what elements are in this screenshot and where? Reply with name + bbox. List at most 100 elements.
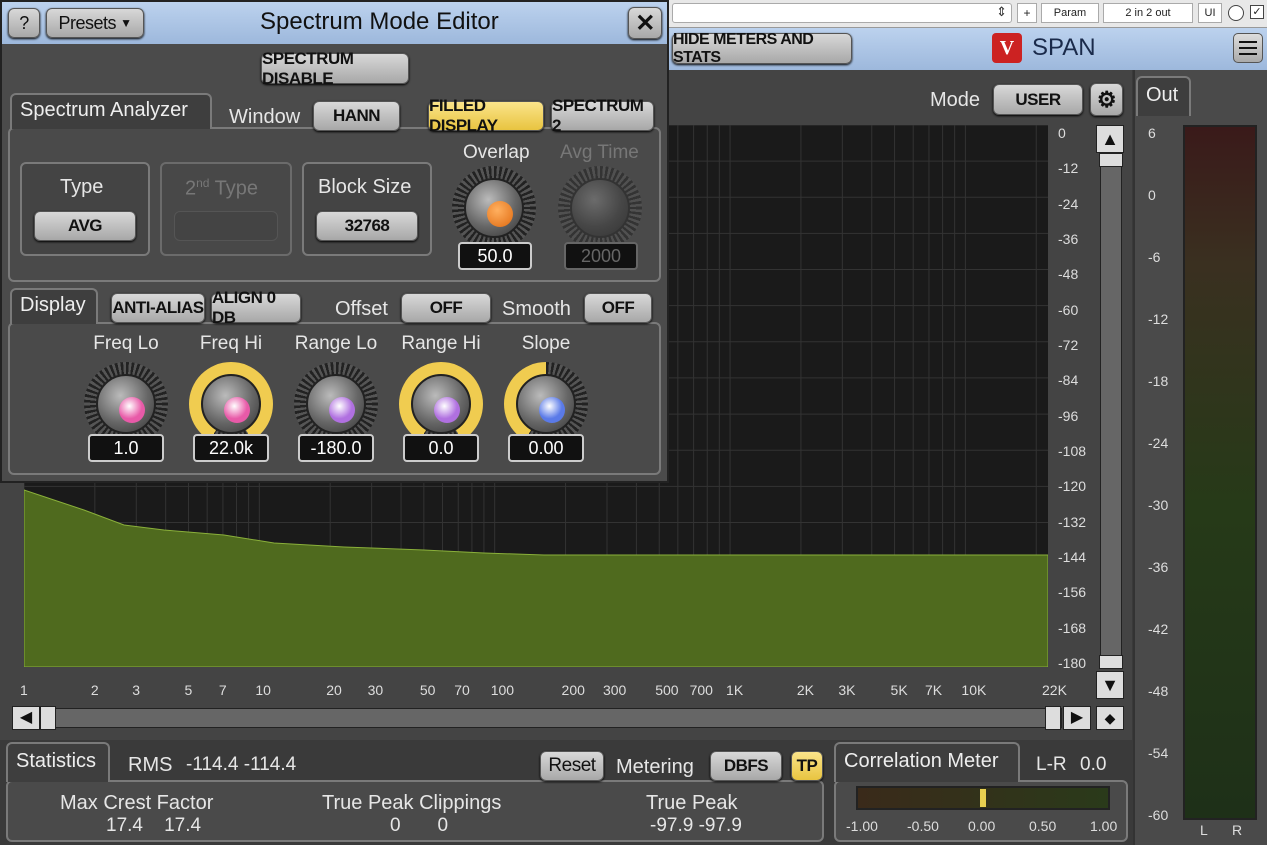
window-label: Window — [229, 106, 301, 128]
freq-tick: 300 — [602, 682, 627, 698]
knob-value[interactable]: 22.0k — [193, 434, 269, 462]
host-ui-button[interactable]: UI — [1198, 3, 1222, 23]
db-tick: -24 — [1058, 195, 1079, 212]
align-0db-button[interactable]: ALIGN 0 DB — [211, 288, 301, 327]
lr-value: 0.0 — [1080, 754, 1107, 775]
diamond-icon[interactable]: ◆ — [1096, 706, 1124, 730]
correlation-tick: 0.50 — [1029, 818, 1057, 834]
analyzer-tab[interactable]: Spectrum Analyzer — [10, 93, 212, 129]
knob-cap — [434, 397, 460, 423]
block-size-label: Block Size — [318, 176, 412, 198]
rms-values: -114.4 -114.4 — [186, 754, 297, 775]
h-scroll-right[interactable]: ▶ — [1063, 706, 1091, 730]
knob-value[interactable]: 0.0 — [403, 434, 479, 462]
correlation-tick: -0.50 — [907, 818, 939, 834]
gear-icon[interactable]: ⚙ — [1090, 83, 1123, 116]
db-tick: -60 — [1058, 301, 1079, 318]
freq-tick: 3 — [132, 682, 141, 698]
freq-tick: 700 — [689, 682, 713, 698]
host-dropdown[interactable]: ⇕ — [672, 3, 1012, 23]
knob-body — [411, 374, 471, 434]
type-label: Type — [60, 176, 104, 198]
presets-button[interactable]: Presets ▼ — [46, 8, 144, 38]
freq-tick: 1 — [20, 682, 28, 698]
editor-title: Spectrum Mode Editor — [260, 8, 499, 35]
v-scroll-thumb-bottom[interactable] — [1099, 655, 1123, 669]
host-knob-icon[interactable] — [1228, 5, 1244, 21]
h-scroll-thumb-right[interactable] — [1045, 706, 1061, 730]
block-size-button[interactable]: 32768 — [316, 211, 418, 241]
metering-button[interactable]: DBFS — [710, 751, 782, 781]
freq-tick: 30 — [367, 682, 384, 698]
window-button[interactable]: HANN — [313, 101, 400, 131]
correlation-tab[interactable]: Correlation Meter — [834, 742, 1020, 782]
anti-alias-button[interactable]: ANTI-ALIAS — [111, 293, 205, 323]
clip-label: True Peak Clippings — [322, 792, 502, 814]
overlap-value[interactable]: 50.0 — [458, 242, 532, 270]
knob-value[interactable]: 1.0 — [88, 434, 164, 462]
host-io-button[interactable]: 2 in 2 out — [1103, 3, 1193, 23]
v-scroll-up[interactable]: ▲ — [1096, 125, 1124, 153]
meter-tick: -24 — [1148, 435, 1169, 451]
display-tab[interactable]: Display — [10, 288, 98, 324]
db-tick: -72 — [1058, 337, 1079, 353]
db-tick: -168 — [1058, 619, 1087, 636]
db-tick: -120 — [1058, 478, 1087, 495]
h-scrollbar[interactable] — [40, 708, 1062, 728]
freq-tick: 70 — [454, 682, 470, 698]
presets-label: Presets — [58, 12, 117, 33]
span-logo-icon: V — [992, 33, 1022, 63]
freq-tick: 3K — [838, 682, 856, 698]
avg-time-label: Avg Time — [560, 142, 639, 163]
spectrum-disable-button[interactable]: SPECTRUM DISABLE — [261, 49, 409, 88]
v-scrollbar[interactable] — [1100, 154, 1122, 669]
output-meter — [1183, 125, 1257, 820]
meter-tick: -6 — [1148, 249, 1161, 265]
correlation-tick: -1.00 — [846, 818, 878, 834]
host-plus-button[interactable]: + — [1017, 3, 1037, 23]
reset-button[interactable]: Reset — [540, 751, 604, 781]
menu-icon[interactable] — [1233, 33, 1263, 63]
statistics-tab[interactable]: Statistics — [6, 742, 110, 782]
meter-tick: -48 — [1148, 683, 1169, 699]
knob-label: Range Lo — [294, 333, 378, 354]
truepeak-values: -97.9 -97.9 — [650, 815, 742, 836]
db-tick: 0 — [1058, 125, 1066, 141]
knob-value[interactable]: 0.00 — [508, 434, 584, 462]
mode-button[interactable]: USER — [993, 84, 1083, 115]
type2-button — [174, 211, 278, 241]
tp-button[interactable]: TP — [791, 751, 823, 781]
spectrum2-button[interactable]: SPECTRUM 2 — [551, 96, 654, 135]
freq-tick: 5K — [890, 682, 908, 698]
correlation-tick: 0.00 — [968, 818, 996, 834]
out-tab[interactable]: Out — [1136, 76, 1191, 116]
v-scroll-thumb-top[interactable] — [1099, 153, 1123, 167]
rms-label: RMS — [128, 754, 173, 776]
freq-tick: 200 — [561, 682, 585, 698]
db-tick: -96 — [1058, 407, 1079, 424]
smooth-button[interactable]: OFF — [584, 293, 652, 323]
host-param-button[interactable]: Param — [1041, 3, 1099, 23]
meter-tick: -54 — [1148, 745, 1169, 761]
brand-name: SPAN — [1032, 34, 1096, 61]
v-scroll-down[interactable]: ▼ — [1096, 671, 1124, 699]
host-check-icon[interactable]: ✓ — [1250, 5, 1264, 19]
h-scroll-thumb-left[interactable] — [40, 706, 56, 730]
hide-meters-button[interactable]: HIDE METERS AND STATS — [672, 31, 852, 66]
type-button[interactable]: AVG — [34, 211, 136, 241]
knob-value[interactable]: -180.0 — [298, 434, 374, 462]
offset-button[interactable]: OFF — [401, 293, 491, 323]
h-scroll-left[interactable]: ◀ — [12, 706, 40, 730]
help-button[interactable]: ? — [8, 8, 40, 38]
freq-tick: 7 — [218, 682, 227, 698]
correlation-indicator — [980, 789, 986, 807]
knob-body — [516, 374, 576, 434]
close-icon[interactable]: ✕ — [628, 7, 662, 39]
chevron-updown-icon: ⇕ — [996, 4, 1007, 19]
db-tick: -180 — [1058, 655, 1087, 671]
mode-label: Mode — [930, 89, 981, 111]
knob-label: Freq Hi — [199, 333, 263, 354]
filled-display-button[interactable]: FILLED DISPLAY — [428, 96, 544, 135]
lr-label: L-R — [1036, 754, 1067, 775]
freq-tick: 2K — [796, 682, 815, 698]
